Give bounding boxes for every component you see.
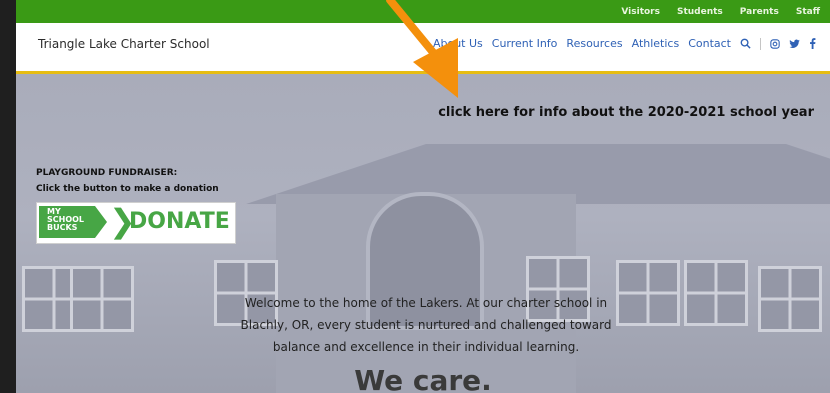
hero-photo-window: [70, 266, 134, 332]
main-nav: About Us Current Info Resources Athletic…: [433, 37, 816, 50]
site-title[interactable]: Triangle Lake Charter School: [38, 37, 210, 51]
utility-links: Visitors Students Parents Staff: [621, 0, 820, 23]
school-year-info-link[interactable]: click here for info about the 2020-2021 …: [438, 105, 814, 120]
fundraiser-subtitle: Click the button to make a donation: [36, 184, 219, 194]
nav-contact[interactable]: Contact: [688, 37, 731, 50]
hero-photo-window: [758, 266, 822, 332]
facebook-icon[interactable]: [809, 38, 816, 49]
nav-athletics[interactable]: Athletics: [632, 37, 680, 50]
nav-current-info[interactable]: Current Info: [492, 37, 558, 50]
site-header: Triangle Lake Charter School About Us Cu…: [16, 23, 830, 74]
welcome-text: Welcome to the home of the Lakers. At ou…: [240, 296, 612, 354]
tagline-heading: We care.: [354, 364, 492, 393]
nav-resources[interactable]: Resources: [566, 37, 622, 50]
utility-link-staff[interactable]: Staff: [796, 7, 820, 17]
donate-button[interactable]: MY SCHOOL BUCKS ❯ DONATE: [36, 202, 236, 244]
hero-photo-window: [684, 260, 748, 326]
myschoolbucks-logo: MY SCHOOL BUCKS: [39, 206, 107, 238]
nav-divider: [760, 37, 761, 50]
nav-about-us[interactable]: About Us: [433, 37, 483, 50]
utility-bar: Visitors Students Parents Staff: [16, 0, 830, 23]
twitter-icon[interactable]: [789, 39, 800, 49]
browser-viewport: Visitors Students Parents Staff Triangle…: [16, 0, 830, 393]
utility-link-visitors[interactable]: Visitors: [621, 7, 660, 17]
utility-link-students[interactable]: Students: [677, 7, 723, 17]
instagram-icon[interactable]: [770, 38, 780, 49]
donate-label: DONATE: [129, 209, 230, 234]
utility-link-parents[interactable]: Parents: [740, 7, 779, 17]
search-icon[interactable]: [740, 38, 751, 49]
fundraiser-title: PLAYGROUND FUNDRAISER:: [36, 168, 178, 178]
